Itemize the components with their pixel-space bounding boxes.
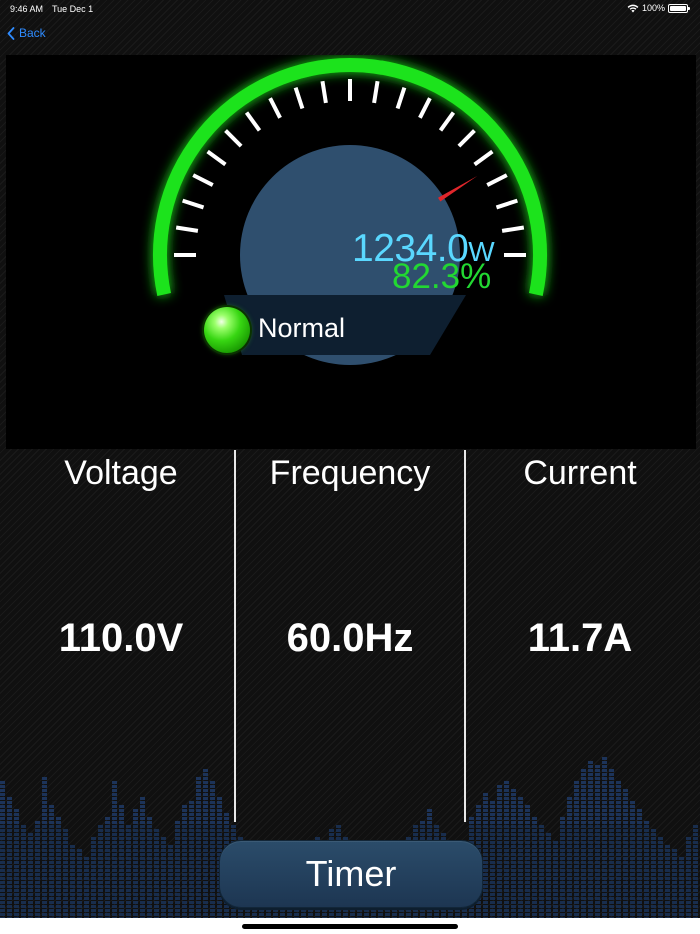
gauge-tick [206,149,227,167]
metric-value-frequency: 60.0Hz [286,616,414,660]
gauge-tick [372,80,380,104]
gauge-tick [244,111,262,132]
gauge-needle [438,175,478,202]
status-date: Tue Dec 1 [52,4,94,14]
gauge-tick [175,225,199,233]
gauge-tick [438,111,456,132]
gauge-panel: 1234.0W [6,55,696,449]
metric-label: Current [523,454,637,492]
status-label: Normal [258,313,346,343]
gauge-tick [320,80,328,104]
power-gauge [153,58,547,365]
load-percent: 82.3% [392,257,492,296]
chevron-left-icon [7,26,15,40]
battery-icon [668,3,690,13]
back-label: Back [19,26,46,40]
back-button[interactable]: Back [7,26,46,40]
timer-label: Timer [305,853,397,894]
screen: 9:46 AM Tue Dec 1 100% Back 1234.0W 82.3… [0,0,700,934]
gauge-tick [268,97,282,119]
status-indicators: 100% [627,3,690,13]
gauge-tick [418,97,432,119]
gauge-tick [181,198,205,210]
gauge-tick [224,129,243,148]
gauge-tick [501,225,525,233]
home-indicator[interactable] [242,924,458,929]
wifi-icon [627,4,639,12]
gauge-tick [457,129,476,148]
battery-percent: 100% [641,3,665,13]
gauge-tick [192,173,214,187]
metric-label: Voltage [64,454,178,492]
metric-value-current: 11.7A [527,616,633,660]
status-indicator-light [204,307,250,353]
metric-value-voltage: 110.0V [58,616,184,660]
gauge-tick [495,198,519,210]
status-time: 9:46 AM [10,4,44,14]
gauge-tick [473,149,494,167]
metric-label: Frequency [269,454,431,492]
gauge-tick [293,86,305,110]
status-bar: 9:46 AM Tue Dec 1 100% [0,0,700,18]
timer-button[interactable]: Timer [219,840,483,908]
gauge-tick [486,173,508,187]
battery-fill [670,5,686,11]
gauge-tick [395,86,407,110]
